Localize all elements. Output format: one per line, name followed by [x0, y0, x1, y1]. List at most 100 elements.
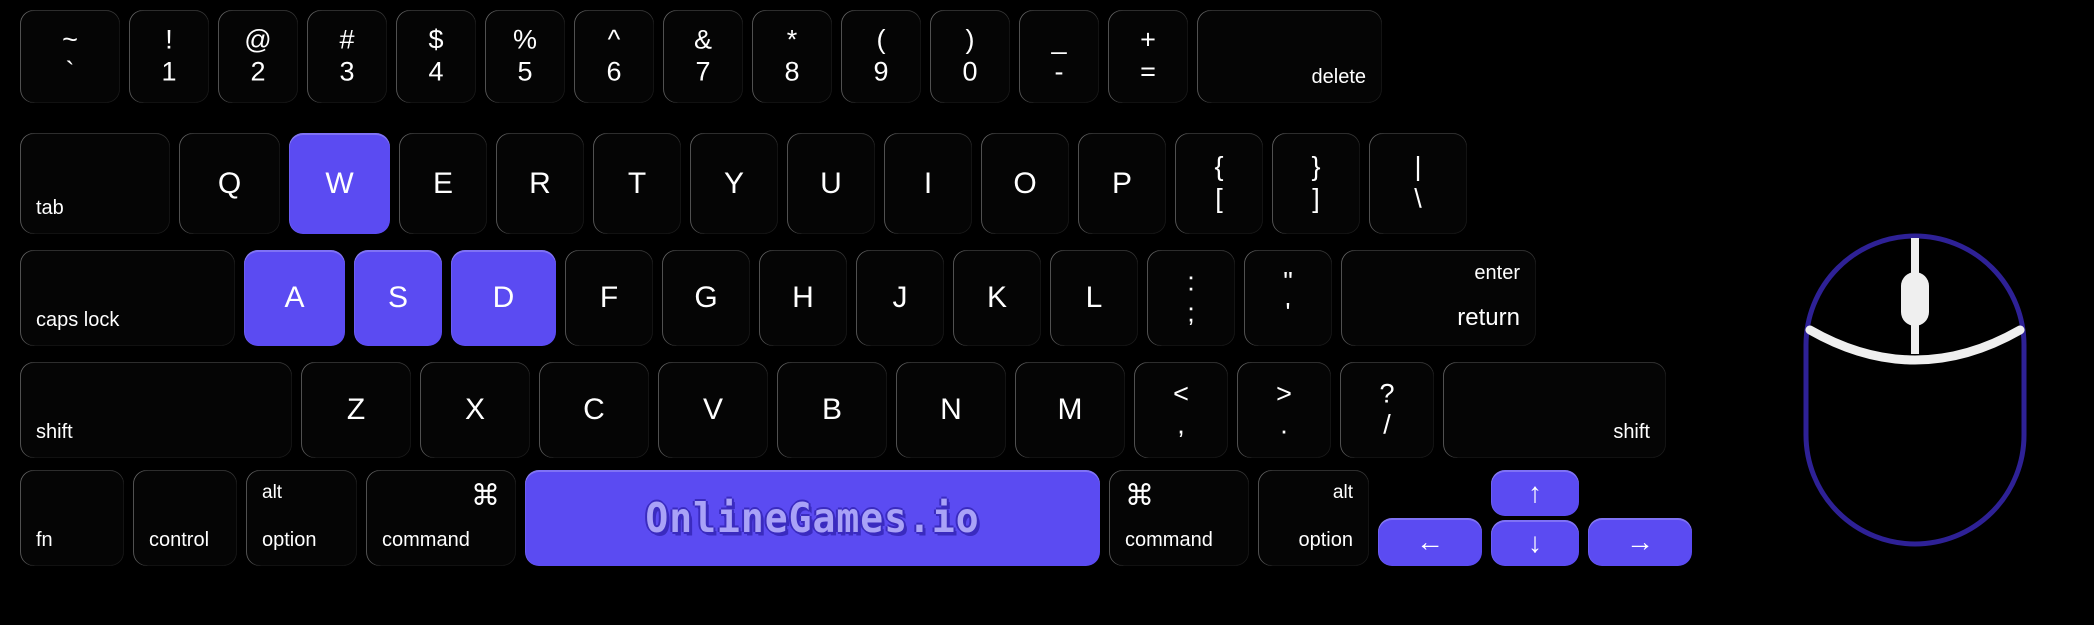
key-delete[interactable]: delete [1197, 10, 1382, 103]
key-d[interactable]: D [451, 250, 556, 346]
key-legend: + = [1108, 25, 1188, 88]
key-semicolon[interactable]: : ; [1147, 250, 1235, 346]
key-enter-return[interactable]: enter return [1341, 250, 1536, 346]
key-legend: * 8 [752, 25, 832, 88]
key-2[interactable]: @ 2 [218, 10, 298, 103]
key-legend: % 5 [485, 25, 565, 88]
key-e[interactable]: E [399, 133, 487, 234]
key-n[interactable]: N [896, 362, 1006, 458]
key-o[interactable]: O [981, 133, 1069, 234]
key-y[interactable]: Y [690, 133, 778, 234]
arrow-up-down-cluster: ↑ ↓ [1491, 470, 1579, 566]
key-bottom-legend: 4 [428, 56, 444, 86]
key-top-legend: : [1187, 266, 1195, 296]
key-shift-right[interactable]: shift [1443, 362, 1666, 458]
key-legend: | \ [1369, 152, 1467, 215]
command-icon: ⌘ [471, 480, 500, 512]
computer-mouse[interactable] [1800, 230, 2030, 550]
key-label: command [1125, 529, 1213, 551]
key-5[interactable]: % 5 [485, 10, 565, 103]
key-legend: X [464, 393, 485, 426]
key-3[interactable]: # 3 [307, 10, 387, 103]
key-legend: A [284, 281, 305, 314]
key-top-legend: ? [1379, 378, 1395, 408]
scroll-wheel-icon[interactable] [1901, 272, 1929, 326]
key-0[interactable]: ) 0 [930, 10, 1010, 103]
key-option-left[interactable]: alt option [246, 470, 357, 566]
key-fn[interactable]: fn [20, 470, 124, 566]
key-h[interactable]: H [759, 250, 847, 346]
key-label-return: return [1457, 304, 1520, 331]
key-t[interactable]: T [593, 133, 681, 234]
onlinegames-logo-text: OnlineGames.io [645, 494, 980, 542]
key-label: tab [36, 197, 64, 219]
key-legend: < , [1134, 379, 1228, 442]
key-spacebar[interactable]: OnlineGames.io [525, 470, 1100, 566]
key-minus[interactable]: _ - [1019, 10, 1099, 103]
key-tilde[interactable]: ~ ` [20, 10, 120, 103]
key-z[interactable]: Z [301, 362, 411, 458]
key-tab[interactable]: tab [20, 133, 170, 234]
key-j[interactable]: J [856, 250, 944, 346]
key-i[interactable]: I [884, 133, 972, 234]
shift-row: shift Z X C V B N M < , > . ? / shift [20, 362, 1675, 458]
key-legend: Y [723, 166, 744, 200]
key-command-left[interactable]: ⌘ command [366, 470, 516, 566]
key-arrow-left[interactable]: ← [1378, 518, 1482, 566]
key-4[interactable]: $ 4 [396, 10, 476, 103]
key-shift-left[interactable]: shift [20, 362, 292, 458]
key-a[interactable]: A [244, 250, 345, 346]
key-9[interactable]: ( 9 [841, 10, 921, 103]
key-label: command [382, 529, 470, 551]
key-top-legend: $ [428, 24, 444, 55]
key-legend: I [923, 166, 933, 200]
key-top-legend: ! [165, 24, 173, 55]
key-p[interactable]: P [1078, 133, 1166, 234]
key-backslash[interactable]: | \ [1369, 133, 1467, 234]
key-legend: N [940, 393, 962, 426]
number-row: ~ ` ! 1 @ 2 # 3 $ 4 % 5 ^ 6 & 7 * 8 (9 … [20, 10, 1391, 103]
key-v[interactable]: V [658, 362, 768, 458]
key-1[interactable]: ! 1 [129, 10, 209, 103]
key-quote[interactable]: " ' [1244, 250, 1332, 346]
key-legend: W [325, 166, 354, 200]
modifier-row: fn control alt option ⌘ command OnlineGa… [20, 470, 1701, 566]
key-g[interactable]: G [662, 250, 750, 346]
key-legend: Q [217, 166, 242, 200]
key-legend: ^ 6 [574, 25, 654, 88]
key-x[interactable]: X [420, 362, 530, 458]
key-7[interactable]: & 7 [663, 10, 743, 103]
key-caps-lock[interactable]: caps lock [20, 250, 235, 346]
key-bracket-right[interactable]: } ] [1272, 133, 1360, 234]
key-m[interactable]: M [1015, 362, 1125, 458]
key-c[interactable]: C [539, 362, 649, 458]
key-s[interactable]: S [354, 250, 442, 346]
key-control[interactable]: control [133, 470, 237, 566]
key-equals[interactable]: + = [1108, 10, 1188, 103]
key-option-right[interactable]: alt option [1258, 470, 1369, 566]
key-legend: H [792, 281, 814, 314]
key-b[interactable]: B [777, 362, 887, 458]
key-top-legend: % [512, 24, 537, 55]
key-legend: T [627, 166, 647, 200]
key-bracket-left[interactable]: { [ [1175, 133, 1263, 234]
key-r[interactable]: R [496, 133, 584, 234]
key-k[interactable]: K [953, 250, 1041, 346]
key-top-legend: # [339, 24, 355, 55]
key-period[interactable]: > . [1237, 362, 1331, 458]
key-6[interactable]: ^ 6 [574, 10, 654, 103]
key-comma[interactable]: < , [1134, 362, 1228, 458]
key-u[interactable]: U [787, 133, 875, 234]
key-arrow-right[interactable]: → [1588, 518, 1692, 566]
key-8[interactable]: * 8 [752, 10, 832, 103]
key-arrow-up[interactable]: ↑ [1491, 470, 1579, 516]
key-l[interactable]: L [1050, 250, 1138, 346]
key-arrow-down[interactable]: ↓ [1491, 520, 1579, 566]
key-q[interactable]: Q [179, 133, 280, 234]
key-command-right[interactable]: ⌘ command [1109, 470, 1249, 566]
key-top-legend: > [1276, 378, 1292, 408]
key-w[interactable]: W [289, 133, 390, 234]
key-top-legend: ( [876, 24, 886, 55]
key-f[interactable]: F [565, 250, 653, 346]
key-slash[interactable]: ? / [1340, 362, 1434, 458]
